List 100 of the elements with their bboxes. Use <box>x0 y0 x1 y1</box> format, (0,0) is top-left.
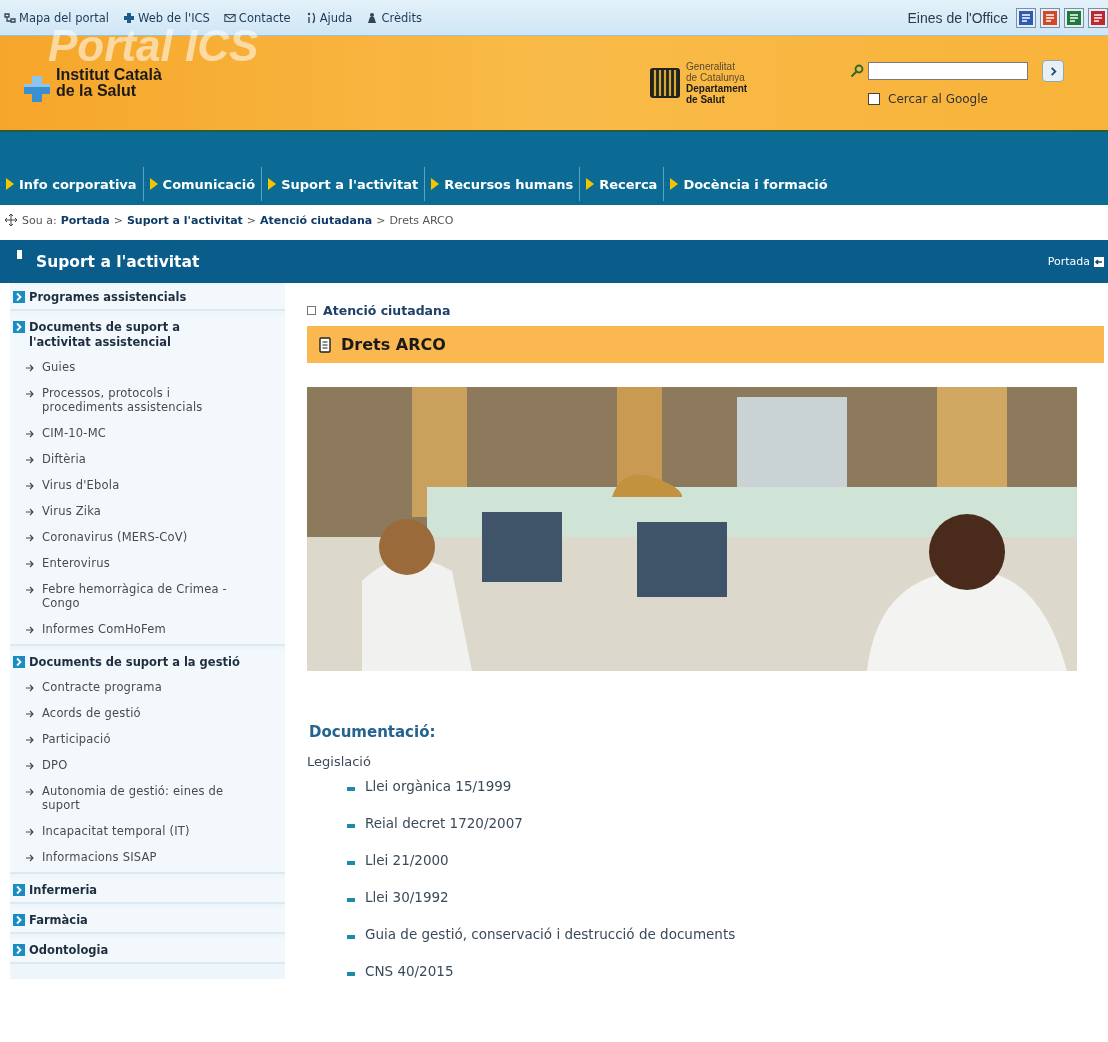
sidebar-subitem[interactable]: Guies <box>10 354 285 380</box>
top-link[interactable]: Mapa del portal <box>4 10 109 25</box>
home-link[interactable]: Portada <box>1047 255 1090 268</box>
triangle-icon <box>6 178 14 190</box>
office-tools-label: Eines de l'Office <box>907 9 1008 26</box>
nav-tab[interactable]: Recerca <box>580 167 665 201</box>
arrow-icon <box>25 827 35 837</box>
document-link[interactable]: Reial decret 1720/2007 <box>365 815 523 831</box>
breadcrumb-link[interactable]: Portada <box>60 213 110 227</box>
page-title: Drets ARCO <box>341 335 446 354</box>
arrow-icon <box>25 853 35 863</box>
sidebar-subitem[interactable]: Enterovirus <box>10 550 285 576</box>
breadcrumb-link[interactable]: Atenció ciutadana <box>260 213 373 227</box>
triangle-icon <box>670 178 679 190</box>
sitemap-icon <box>4 11 16 24</box>
arrow-icon <box>25 735 35 745</box>
parent-page-link[interactable]: Atenció ciutadana <box>323 302 451 318</box>
logo-text[interactable]: Institut Català de la Salut <box>56 67 162 99</box>
bullet-icon <box>347 971 355 976</box>
move-icon <box>4 213 18 227</box>
arrow-icon <box>25 429 35 439</box>
sidebar-item[interactable]: Programes assistencials <box>10 285 285 309</box>
sidebar-subitem[interactable]: Incapacitat temporal (IT) <box>10 818 285 844</box>
generalitat-logo[interactable]: Generalitat de Catalunya Departament de Salut <box>650 53 820 113</box>
envelope-icon <box>223 11 236 24</box>
top-link[interactable]: Crèdits <box>366 10 422 25</box>
nav-tab[interactable]: Recursos humans <box>425 167 581 201</box>
bullet-icon <box>347 786 355 791</box>
sidebar-subitem[interactable]: Informes ComHoFem <box>10 616 285 642</box>
search-field[interactable] <box>868 62 1028 80</box>
breadcrumb-separator: > <box>113 213 123 227</box>
document-link[interactable]: CNS 40/2015 <box>365 963 454 979</box>
office-document-icon[interactable] <box>1064 7 1084 28</box>
cross-icon <box>123 11 135 24</box>
sidebar-item[interactable]: Odontologia <box>10 938 285 962</box>
document-link[interactable]: Llei orgànica 15/1999 <box>365 778 512 794</box>
office-document-icon[interactable] <box>1040 7 1060 28</box>
arrow-icon <box>25 533 35 543</box>
google-checkbox-label: Cercar al Google <box>888 92 988 106</box>
sidebar-subitem[interactable]: Virus Zika <box>10 498 285 524</box>
logo-watermark: Portal ICS <box>48 27 259 65</box>
chevron-icon <box>13 884 25 896</box>
breadcrumb-link[interactable]: Suport a l'activitat <box>126 213 243 227</box>
sidebar-subitem[interactable]: Autonomia de gestió: eines de suport <box>10 778 285 818</box>
sidebar-subitem[interactable]: Participació <box>10 726 285 752</box>
bullet-icon <box>347 934 355 939</box>
chevron-icon <box>1048 66 1058 76</box>
square-icon <box>307 305 316 315</box>
arrow-icon <box>25 389 35 399</box>
bullet-icon <box>347 823 355 828</box>
chevron-icon <box>13 321 25 333</box>
breadcrumb-label: Sou a: <box>22 213 57 227</box>
arrow-icon <box>25 507 35 517</box>
document-link[interactable]: Guia de gestió, conservació i destrucció de documents <box>365 926 736 942</box>
top-link[interactable]: Contacte <box>223 10 291 25</box>
arrow-icon <box>25 363 35 373</box>
nav-tab[interactable]: Docència i formació <box>664 167 834 201</box>
arrow-icon <box>25 625 35 635</box>
sidebar-subitem[interactable]: DPO <box>10 752 285 778</box>
nav-tab[interactable]: Info corporativa <box>0 167 144 201</box>
triangle-icon <box>268 178 277 190</box>
sidebar-item[interactable]: Infermeria <box>10 878 285 902</box>
top-link[interactable]: Web de l'ICS <box>123 10 210 25</box>
document-link[interactable]: Llei 21/2000 <box>365 852 449 868</box>
sidebar-item[interactable]: Documents de suport a l'activitat assistencial <box>10 315 285 354</box>
triangle-icon <box>431 178 440 190</box>
pdf-file-icon[interactable] <box>1088 7 1108 28</box>
search-button[interactable] <box>1042 60 1064 82</box>
chevron-icon <box>13 944 25 956</box>
arrow-icon <box>25 787 35 797</box>
arrow-icon <box>25 481 35 491</box>
nav-tab[interactable]: Suport a l'activitat <box>262 167 426 201</box>
sidebar-subitem[interactable]: Diftèria <box>10 446 285 472</box>
section-marker-icon <box>17 250 22 259</box>
sidebar-subitem[interactable]: Coronavirus (MERS-CoV) <box>10 524 285 550</box>
office-document-icon[interactable] <box>1016 7 1036 28</box>
arrow-icon <box>1094 256 1104 267</box>
arrow-icon <box>25 709 35 719</box>
section-title: Suport a l'activitat <box>36 252 201 271</box>
bullet-icon <box>347 897 355 902</box>
chevron-icon <box>13 291 25 303</box>
sidebar-item[interactable]: Documents de suport a la gestió <box>10 650 285 674</box>
sidebar-item[interactable]: Farmàcia <box>10 908 285 932</box>
sidebar-subitem[interactable]: Acords de gestió <box>10 700 285 726</box>
sidebar-subitem[interactable]: Febre hemorràgica de Crimea -Congo <box>10 576 285 616</box>
sidebar-subitem[interactable]: Processos, protocols i procediments assistencials <box>10 380 285 420</box>
arrow-icon <box>25 761 35 771</box>
section-heading: Documentació: <box>309 723 437 741</box>
nav-tab[interactable]: Comunicació <box>143 167 263 201</box>
breadcrumb-separator: > <box>246 213 257 227</box>
sidebar-subitem[interactable]: Virus d'Ebola <box>10 472 285 498</box>
breadcrumb-separator: > <box>376 213 386 227</box>
google-checkbox[interactable] <box>868 93 880 105</box>
document-link[interactable]: Llei 30/1992 <box>365 889 449 905</box>
top-link[interactable]: Ajuda <box>304 10 353 25</box>
triangle-icon <box>586 178 595 190</box>
sidebar-subitem[interactable]: CIM-10-MC <box>10 420 285 446</box>
breadcrumb-current: Drets ARCO <box>389 213 454 227</box>
sidebar-subitem[interactable]: Contracte programa <box>10 674 285 700</box>
sidebar-subitem[interactable]: Informacions SISAP <box>10 844 285 870</box>
